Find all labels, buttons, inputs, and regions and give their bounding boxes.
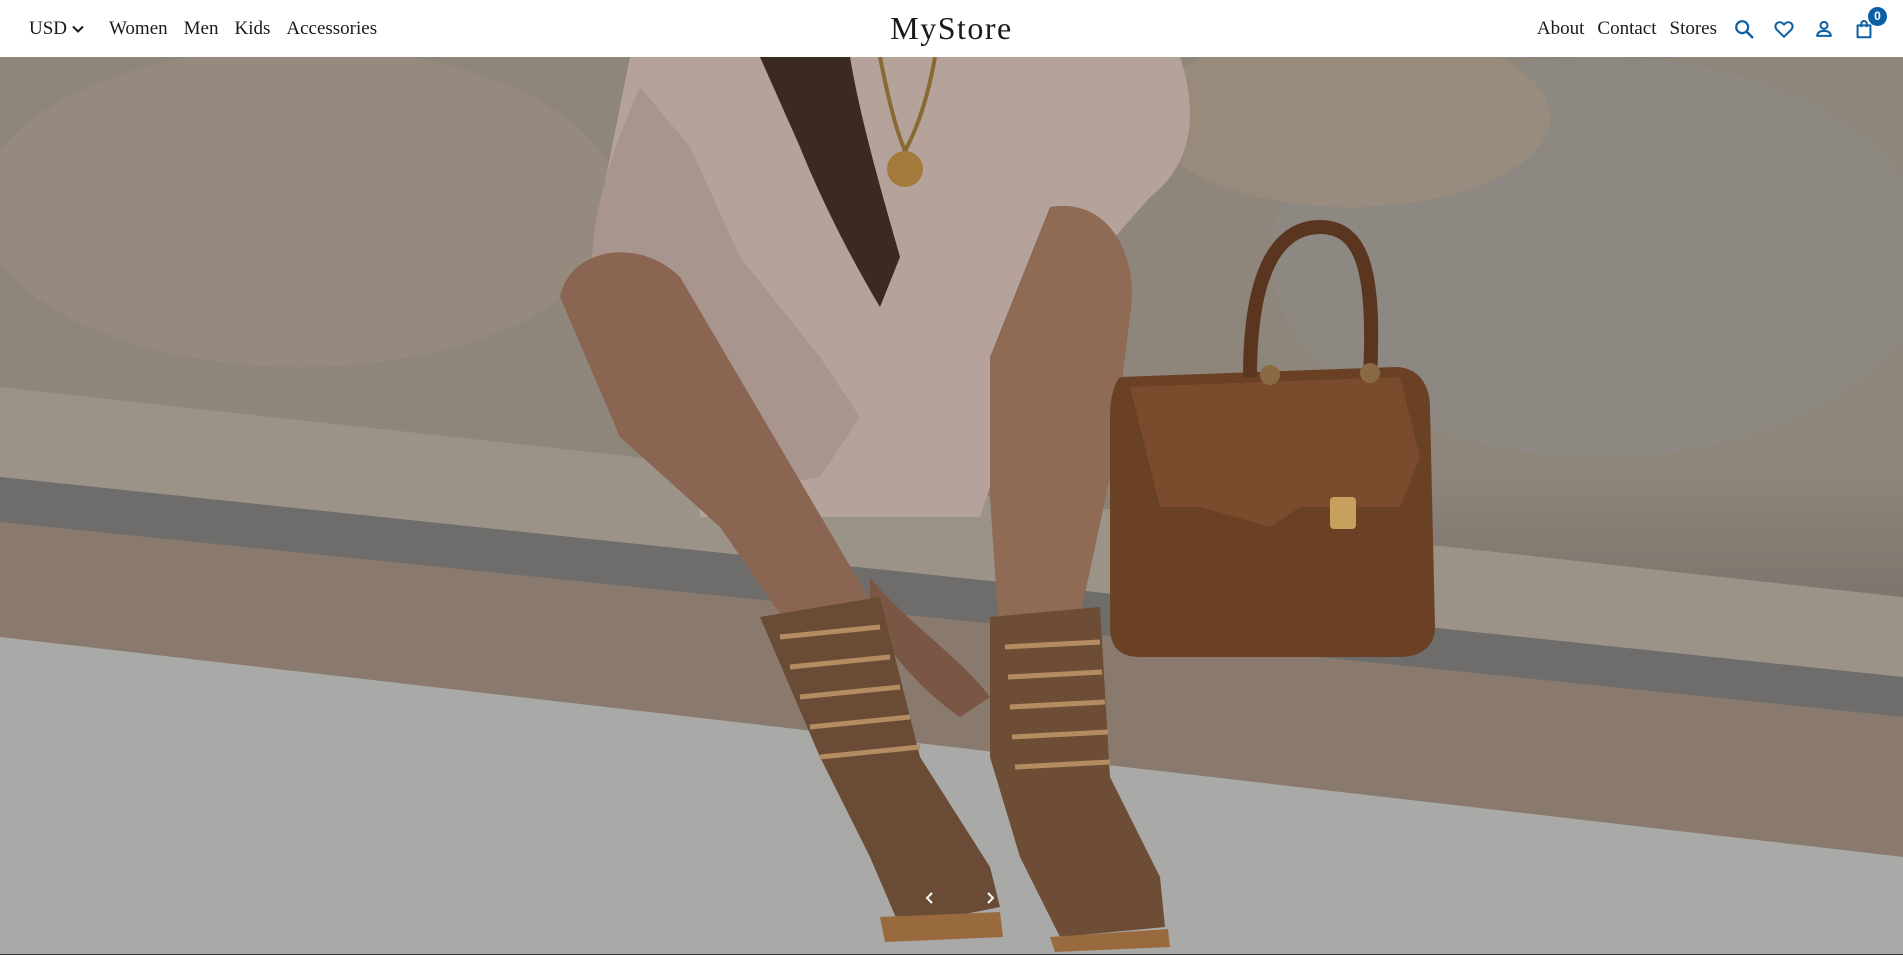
- nav-link-kids[interactable]: Kids: [234, 18, 270, 40]
- search-button[interactable]: [1731, 16, 1757, 42]
- secondary-nav: About Contact Stores: [1524, 18, 1717, 40]
- store-logo[interactable]: MyStore: [890, 10, 1013, 47]
- currency-label: USD: [29, 17, 68, 39]
- heart-icon: [1774, 20, 1794, 38]
- nav-link-accessories[interactable]: Accessories: [286, 18, 377, 40]
- account-icon: [1816, 20, 1832, 37]
- hero-image: [0, 57, 1903, 955]
- chevron-down-icon: [72, 25, 84, 33]
- header-left: USD Women Men Kids Accessories: [29, 0, 393, 57]
- chevron-right-icon: [987, 892, 995, 904]
- nav-link-about[interactable]: About: [1537, 18, 1585, 40]
- previous-slide-button[interactable]: [915, 883, 945, 913]
- header-icons: 0: [1731, 6, 1887, 42]
- nav-link-contact[interactable]: Contact: [1597, 18, 1656, 40]
- wishlist-button[interactable]: [1771, 16, 1797, 42]
- header-right: About Contact Stores 0: [1524, 0, 1903, 57]
- cart-button[interactable]: 0: [1851, 6, 1887, 42]
- hero-banner: [0, 57, 1903, 955]
- account-button[interactable]: [1811, 16, 1837, 42]
- search-icon: [1735, 19, 1754, 38]
- chevron-left-icon: [925, 892, 933, 904]
- site-header: USD Women Men Kids Accessories MyStore A…: [0, 0, 1903, 57]
- currency-selector[interactable]: USD: [29, 18, 85, 40]
- nav-link-men[interactable]: Men: [184, 18, 219, 40]
- next-slide-button[interactable]: [975, 883, 1005, 913]
- primary-nav: Women Men Kids Accessories: [109, 18, 393, 40]
- cart-count-badge: 0: [1868, 6, 1887, 26]
- nav-link-women[interactable]: Women: [109, 18, 168, 40]
- nav-link-stores[interactable]: Stores: [1670, 18, 1718, 40]
